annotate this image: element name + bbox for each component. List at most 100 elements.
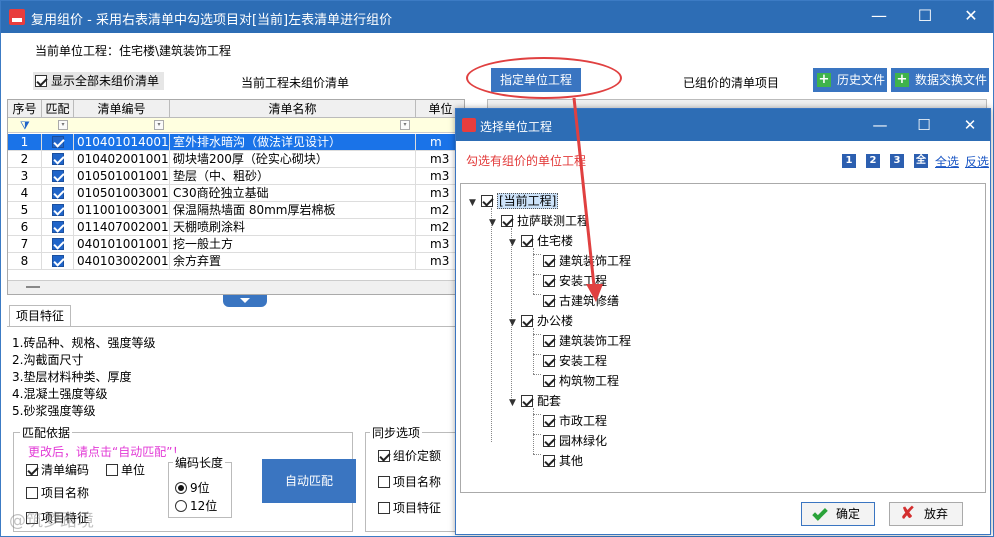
tree-checkbox[interactable] [543, 334, 555, 347]
tree-checkbox[interactable] [543, 294, 555, 307]
table-row[interactable]: 7 040101001001 挖一般土方 m3 [8, 236, 464, 253]
tree-node-unit[interactable]: 建筑装饰工程 [543, 334, 631, 348]
tree-node-group[interactable]: ▼ 配套 [509, 394, 561, 410]
tree-checkbox[interactable] [481, 194, 493, 207]
tab-features[interactable]: 项目特征 [9, 305, 71, 327]
filter-icon[interactable]: ⧩ [20, 119, 30, 132]
tree-node-unit[interactable]: 构筑物工程 [543, 374, 619, 388]
code-length-12[interactable]: 12位 [175, 499, 217, 513]
match-checkbox[interactable] [51, 203, 64, 216]
tree-checkbox[interactable] [501, 214, 513, 227]
tree-node-unit[interactable]: 安装工程 [543, 354, 607, 368]
tree-checkbox[interactable] [521, 394, 533, 407]
table-row[interactable]: 6 011407002001 天棚喷刷涂料 m2 [8, 219, 464, 236]
row-match-cell[interactable] [42, 253, 74, 270]
match-checkbox[interactable] [51, 135, 64, 148]
tree-checkbox[interactable] [543, 374, 555, 387]
sync-quota-checkbox[interactable] [378, 449, 390, 462]
table-row[interactable]: 5 011001003001 保温隔热墙面 80mm厚岩棉板 m2 [8, 202, 464, 219]
level-1-button[interactable]: 1 [842, 154, 856, 168]
table-row[interactable]: 2 010402001001 砌块墙200厚（砼实心砌块） m3 [8, 151, 464, 168]
exchange-file-button[interactable]: + 数据交换文件 [891, 68, 989, 92]
tree-node-group[interactable]: ▼ 住宅楼 [509, 234, 573, 250]
col-header-code[interactable]: 清单编号 [74, 100, 170, 118]
tree-node-project[interactable]: ▼ 拉萨联测工程 [489, 214, 589, 230]
tree-checkbox[interactable] [521, 234, 533, 247]
select-all-link[interactable]: 全选 [935, 153, 959, 170]
dialog-maximize-button[interactable]: ☐ [904, 110, 944, 140]
dialog-minimize-button[interactable]: — [860, 110, 900, 140]
horizontal-scrollbar[interactable] [8, 280, 464, 294]
match-name-option[interactable]: 项目名称 [26, 486, 89, 500]
match-name-checkbox[interactable] [26, 486, 38, 499]
level-3-button[interactable]: 3 [890, 154, 904, 168]
auto-match-button[interactable]: 自动匹配 [262, 459, 356, 503]
match-unit-option[interactable]: 单位 [106, 463, 145, 477]
sync-feature-checkbox[interactable] [378, 501, 390, 514]
tree-node-unit[interactable]: 市政工程 [543, 414, 607, 428]
row-match-cell[interactable] [42, 236, 74, 253]
match-checkbox[interactable] [51, 237, 64, 250]
match-checkbox[interactable] [51, 220, 64, 233]
row-match-cell[interactable] [42, 151, 74, 168]
tree-checkbox[interactable] [543, 454, 555, 467]
tree-node-unit[interactable]: 安装工程 [543, 274, 607, 288]
tree-checkbox[interactable] [543, 434, 555, 447]
tree-checkbox[interactable] [543, 354, 555, 367]
maximize-button[interactable]: ☐ [903, 1, 947, 31]
radio-9[interactable] [175, 481, 187, 494]
table-row[interactable]: 3 010501001001 垫层（中、粗砂） m3 [8, 168, 464, 185]
sync-quota-option[interactable]: 组价定额 [378, 449, 441, 463]
match-checkbox[interactable] [51, 169, 64, 182]
history-file-button[interactable]: + 历史文件 [813, 68, 887, 92]
match-checkbox[interactable] [51, 152, 64, 165]
row-match-cell[interactable] [42, 134, 74, 151]
row-match-cell[interactable] [42, 202, 74, 219]
tree-checkbox[interactable] [521, 314, 533, 327]
code-length-9[interactable]: 9位 [175, 481, 210, 495]
close-button[interactable]: ✕ [949, 1, 993, 31]
panel-splitter-toggle[interactable] [223, 295, 267, 307]
row-match-cell[interactable] [42, 168, 74, 185]
level-all-button[interactable]: 全 [914, 154, 928, 168]
invert-link[interactable]: 反选 [965, 153, 989, 170]
ok-button[interactable]: 确定 [801, 502, 875, 526]
sync-feature-option[interactable]: 项目特征 [378, 501, 441, 515]
filter-dropdown-icon[interactable]: ▾ [154, 120, 164, 130]
tree-checkbox[interactable] [543, 414, 555, 427]
chevron-down-icon[interactable]: ▼ [489, 216, 499, 230]
tree-checkbox[interactable] [543, 254, 555, 267]
tree-node-group[interactable]: ▼ 办公楼 [509, 314, 573, 330]
col-header-match[interactable]: 匹配 [42, 100, 74, 118]
match-code-checkbox[interactable] [26, 463, 38, 476]
match-checkbox[interactable] [51, 186, 64, 199]
cancel-button[interactable]: ✘ 放弃 [889, 502, 963, 526]
col-header-name[interactable]: 清单名称 [170, 100, 416, 118]
table-row[interactable]: 8 040103002001 余方弃置 m3 [8, 253, 464, 270]
tree-node-root[interactable]: ▼ [当前工程] [469, 193, 559, 210]
tree-node-unit[interactable]: 其他 [543, 454, 583, 468]
chevron-down-icon[interactable]: ▼ [509, 316, 519, 330]
tree-node-unit[interactable]: 园林绿化 [543, 434, 607, 448]
sync-name-checkbox[interactable] [378, 475, 390, 488]
match-checkbox[interactable] [51, 254, 64, 267]
show-all-checkbox[interactable] [35, 74, 47, 87]
table-row[interactable]: 4 010501003001 C30商砼独立基础 m3 [8, 185, 464, 202]
col-header-no[interactable]: 序号 [8, 100, 42, 118]
chevron-down-icon[interactable]: ▼ [509, 396, 519, 410]
level-2-button[interactable]: 2 [866, 154, 880, 168]
tree-node-unit[interactable]: 古建筑修缮 [543, 294, 619, 308]
filter-dropdown-icon[interactable]: ▾ [400, 120, 410, 130]
dialog-close-button[interactable]: ✕ [950, 110, 990, 140]
chevron-down-icon[interactable]: ▼ [509, 236, 519, 250]
scroll-thumb[interactable] [26, 286, 40, 288]
show-all-unpriced-toggle[interactable]: 显示全部未组价清单 [33, 72, 165, 90]
tree-node-unit[interactable]: 建筑装饰工程 [543, 254, 631, 268]
row-match-cell[interactable] [42, 219, 74, 236]
chevron-down-icon[interactable]: ▼ [469, 196, 479, 210]
tree-checkbox[interactable] [543, 274, 555, 287]
match-unit-checkbox[interactable] [106, 463, 118, 476]
sync-name-option[interactable]: 项目名称 [378, 475, 441, 489]
table-row[interactable]: 1 010401014001 室外排水暗沟（做法详见设计） m [8, 134, 464, 151]
radio-12[interactable] [175, 499, 187, 512]
